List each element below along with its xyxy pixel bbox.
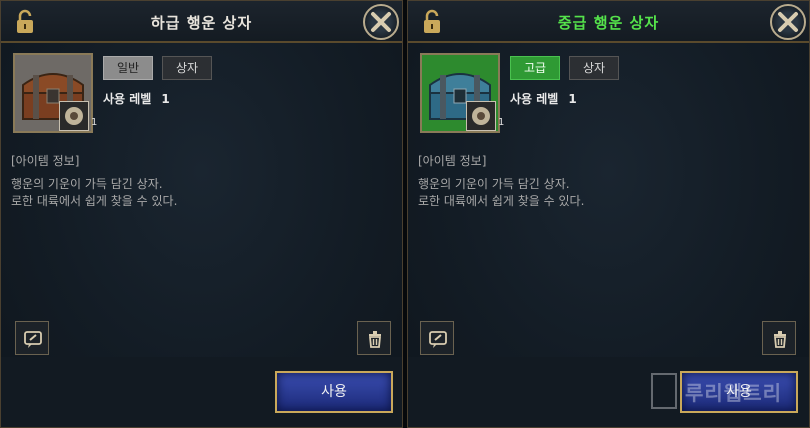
item-panel-right: 중급 행운 상자 1 고급 상자 사용 레벨 1 [아이템 정보] 행운의 기운이 (407, 0, 810, 428)
item-icon-frame[interactable]: 1 (13, 53, 97, 133)
close-button[interactable] (363, 4, 399, 40)
item-description: 행운의 기운이 가득 담긴 상자. 로한 대륙에서 쉽게 찾을 수 있다. (11, 176, 177, 210)
item-description: 행운의 기운이 가득 담긴 상자. 로한 대륙에서 쉽게 찾을 수 있다. (418, 176, 584, 210)
watermark: 루리웹트리 (651, 369, 801, 413)
engrave-count: 1 (91, 117, 98, 128)
item-title: 중급 행운 상자 (557, 14, 660, 32)
engrave-icon (466, 101, 496, 131)
description-line: 로한 대륙에서 쉽게 찾을 수 있다. (11, 194, 178, 208)
close-button[interactable] (770, 4, 806, 40)
type-badge: 상자 (162, 56, 212, 80)
type-badge: 상자 (569, 56, 619, 80)
description-line: 행운의 기운이 가득 담긴 상자. (11, 177, 163, 191)
use-level-value: 1 (568, 92, 577, 106)
item-icon-frame[interactable]: 1 (420, 53, 504, 133)
description-line: 행운의 기운이 가득 담긴 상자. (418, 177, 570, 191)
engrave-icon (59, 101, 89, 131)
item-panel-left: 하급 행운 상자 1 일반 상자 사용 레벨 1 [아이템 정보] 행운의 기운이 (0, 0, 403, 428)
trash-icon (369, 331, 381, 348)
use-level: 사용 레벨 1 (510, 90, 577, 107)
grade-badge: 고급 (510, 56, 560, 80)
title-bar: 중급 행운 상자 (408, 1, 809, 43)
close-icon (371, 12, 391, 32)
grade-badge: 일반 (103, 56, 153, 80)
link-chat-button[interactable] (420, 321, 454, 355)
use-level-label: 사용 레벨 (103, 92, 152, 106)
use-button[interactable]: 사용 (275, 371, 393, 413)
item-info-heading: [아이템 정보] (11, 154, 80, 168)
engrave-count: 1 (498, 117, 505, 128)
discard-button[interactable] (762, 321, 796, 355)
title-bar: 하급 행운 상자 (1, 1, 402, 43)
use-level-value: 1 (161, 92, 170, 106)
chat-link-icon (429, 331, 447, 348)
watermark-text: 루리웹트리 (685, 381, 782, 405)
watermark-logo-icon (651, 373, 677, 409)
trash-icon (774, 331, 786, 348)
discard-button[interactable] (357, 321, 391, 355)
use-level: 사용 레벨 1 (103, 90, 170, 107)
use-level-label: 사용 레벨 (510, 92, 559, 106)
link-chat-button[interactable] (15, 321, 49, 355)
chat-link-icon (24, 331, 42, 348)
description-line: 로한 대륙에서 쉽게 찾을 수 있다. (418, 194, 585, 208)
item-info-heading: [아이템 정보] (418, 154, 487, 168)
item-title: 하급 행운 상자 (150, 14, 253, 32)
close-icon (778, 12, 798, 32)
